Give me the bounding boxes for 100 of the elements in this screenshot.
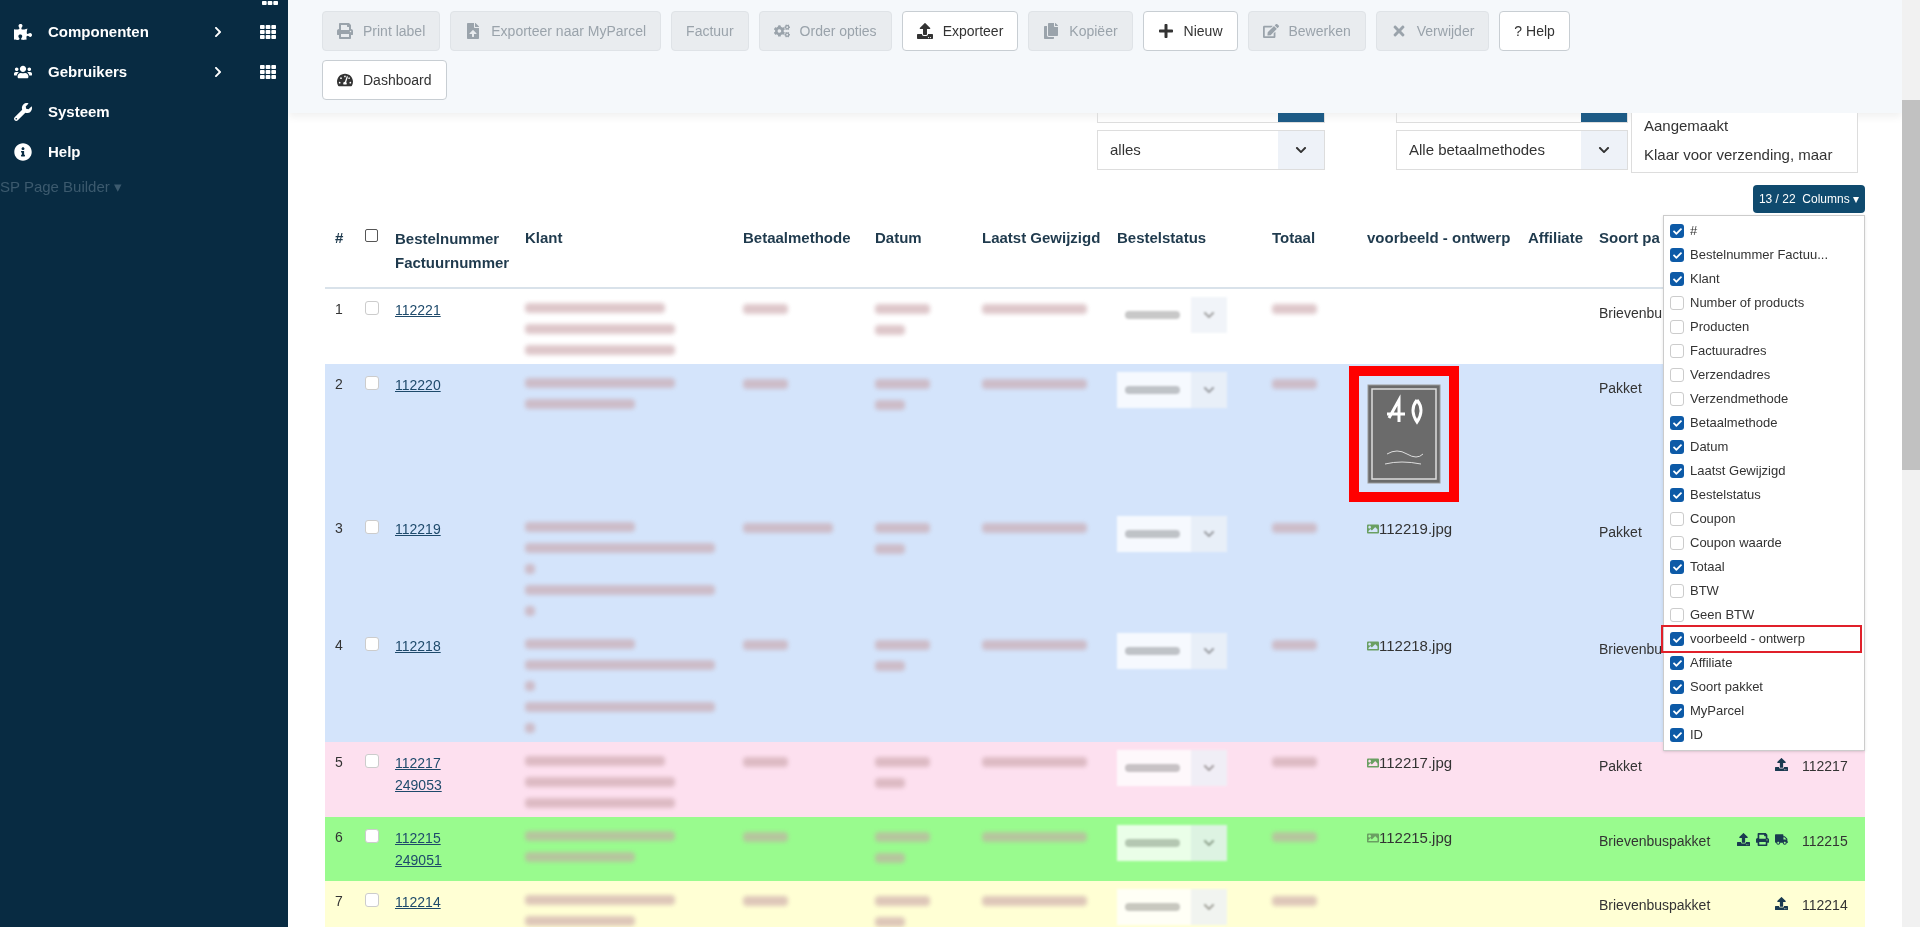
toolbar-button[interactable]: Exporteer bbox=[901, 11, 1019, 51]
checkbox[interactable] bbox=[1670, 224, 1684, 238]
order-link[interactable]: 112217 bbox=[395, 755, 441, 771]
column-toggle[interactable]: ID bbox=[1664, 723, 1864, 747]
order-link[interactable]: 112221 bbox=[395, 302, 441, 318]
scrollbar-thumb[interactable] bbox=[1902, 100, 1920, 470]
listbox-option[interactable]: Aangemaakt bbox=[1644, 115, 1857, 138]
checkbox[interactable] bbox=[1670, 272, 1684, 286]
toolbar-button[interactable]: Dashboard bbox=[322, 60, 447, 100]
grid-icon bbox=[260, 64, 276, 80]
order-link[interactable]: 112214 bbox=[395, 894, 441, 910]
image-alt-text: 112215.jpg bbox=[1379, 828, 1453, 848]
toolbar-button[interactable]: ? Help bbox=[1499, 11, 1570, 51]
redacted-text bbox=[1272, 523, 1317, 533]
checkbox[interactable] bbox=[1670, 680, 1684, 694]
toolbar-button[interactable]: Nieuw bbox=[1142, 11, 1238, 51]
redacted-text bbox=[525, 681, 535, 691]
upload-icon[interactable] bbox=[1737, 833, 1750, 846]
column-toggle[interactable]: Bestelstatus bbox=[1664, 483, 1864, 507]
chevron-down-icon bbox=[1295, 144, 1307, 156]
redacted-text bbox=[743, 304, 788, 314]
upload-icon[interactable] bbox=[1775, 897, 1788, 910]
column-toggle[interactable]: voorbeeld - ontwerp bbox=[1663, 627, 1860, 651]
column-toggle[interactable]: Verzendmethode bbox=[1664, 387, 1864, 411]
column-toggle[interactable]: MyParcel bbox=[1664, 699, 1864, 723]
broken-image-icon bbox=[1367, 757, 1379, 770]
redacted-text bbox=[743, 640, 788, 650]
check-icon bbox=[1672, 466, 1682, 476]
chevron-down-icon bbox=[1203, 837, 1215, 849]
status-select[interactable] bbox=[1117, 889, 1227, 925]
status-listbox[interactable]: Aangemaakt Klaar voor verzending, maar bbox=[1631, 113, 1858, 173]
sidebar-item[interactable]: Gebruikers bbox=[0, 52, 288, 92]
redacted-text bbox=[1272, 379, 1317, 389]
checkbox[interactable] bbox=[1670, 704, 1684, 718]
sidebar-item[interactable]: Componenten bbox=[0, 12, 288, 52]
listbox-option[interactable]: Klaar voor verzending, maar bbox=[1644, 143, 1857, 166]
table-cell: 5 bbox=[325, 742, 365, 817]
truck-icon[interactable] bbox=[1775, 833, 1788, 846]
column-toggle[interactable]: BTW bbox=[1664, 579, 1864, 603]
checkbox[interactable] bbox=[1670, 632, 1684, 646]
column-toggle[interactable]: Number of products bbox=[1664, 291, 1864, 315]
order-link[interactable]: 112219 bbox=[395, 521, 441, 537]
status-select[interactable] bbox=[1117, 825, 1227, 861]
column-toggle[interactable]: Geen BTW bbox=[1664, 603, 1864, 627]
sidebar-item[interactable]: Help bbox=[0, 132, 288, 172]
column-toggle[interactable]: Laatst Gewijzigd bbox=[1664, 459, 1864, 483]
column-toggle[interactable]: Coupon waarde bbox=[1664, 531, 1864, 555]
column-toggle[interactable]: # bbox=[1664, 219, 1864, 243]
column-toggle[interactable]: Producten bbox=[1664, 315, 1864, 339]
check-icon bbox=[1672, 418, 1682, 428]
chevron-down-icon bbox=[1203, 645, 1215, 657]
column-header: Totaal bbox=[1272, 229, 1316, 246]
search-button[interactable] bbox=[1278, 113, 1324, 122]
broken-image-icon bbox=[1367, 832, 1379, 845]
checkbox[interactable] bbox=[1670, 416, 1684, 430]
printer-icon[interactable] bbox=[1756, 833, 1769, 846]
chevron-down-icon bbox=[1203, 384, 1215, 396]
column-toggle[interactable]: Datum bbox=[1664, 435, 1864, 459]
invoice-link[interactable]: 249053 bbox=[395, 777, 442, 793]
status-select[interactable] bbox=[1117, 633, 1227, 669]
status-select[interactable] bbox=[1117, 750, 1227, 786]
column-toggle[interactable]: Klant bbox=[1664, 267, 1864, 291]
checkbox[interactable] bbox=[1670, 464, 1684, 478]
checkbox[interactable] bbox=[1670, 248, 1684, 262]
checkbox[interactable] bbox=[365, 229, 378, 242]
redacted-text bbox=[875, 853, 905, 863]
order-link[interactable]: 112218 bbox=[395, 638, 441, 654]
order-link[interactable]: 112215 bbox=[395, 830, 441, 846]
package-type: Brievenbu bbox=[1599, 305, 1663, 321]
checkbox[interactable] bbox=[1670, 728, 1684, 742]
status-select[interactable] bbox=[1117, 372, 1227, 408]
redacted-text bbox=[875, 832, 930, 842]
checkbox[interactable] bbox=[1670, 440, 1684, 454]
column-header: # bbox=[335, 229, 344, 246]
checkbox[interactable] bbox=[1670, 560, 1684, 574]
column-header: Klant bbox=[525, 229, 563, 246]
column-toggle[interactable]: Factuuradres bbox=[1664, 339, 1864, 363]
sidebar-item[interactable]: Systeem bbox=[0, 92, 288, 132]
column-toggle[interactable]: Soort pakket bbox=[1664, 675, 1864, 699]
search-button[interactable] bbox=[1581, 113, 1627, 122]
checkbox[interactable] bbox=[1670, 488, 1684, 502]
upload-icon[interactable] bbox=[1775, 758, 1788, 771]
column-toggle[interactable]: Affiliate bbox=[1664, 651, 1864, 675]
column-toggle[interactable]: Verzendadres bbox=[1664, 363, 1864, 387]
column-toggle[interactable]: Bestelnummer Factuu... bbox=[1664, 243, 1864, 267]
order-link[interactable]: 112220 bbox=[395, 377, 441, 393]
printer-icon bbox=[337, 23, 353, 39]
filter-select[interactable]: alles bbox=[1097, 130, 1325, 170]
search-field[interactable] bbox=[1097, 113, 1325, 123]
columns-button[interactable]: 13 / 22 Columns ▾ bbox=[1752, 185, 1865, 213]
checkbox[interactable] bbox=[1670, 656, 1684, 670]
column-toggle[interactable]: Totaal bbox=[1664, 555, 1864, 579]
search-field[interactable] bbox=[1396, 113, 1628, 123]
column-toggle[interactable]: Betaalmethode bbox=[1664, 411, 1864, 435]
invoice-link[interactable]: 249051 bbox=[395, 852, 442, 868]
filter-select[interactable]: Alle betaalmethodes bbox=[1396, 130, 1628, 170]
status-select[interactable] bbox=[1117, 516, 1227, 552]
column-header: Factuurnummer bbox=[395, 253, 511, 273]
check-icon bbox=[1672, 706, 1682, 716]
column-toggle[interactable]: Coupon bbox=[1664, 507, 1864, 531]
